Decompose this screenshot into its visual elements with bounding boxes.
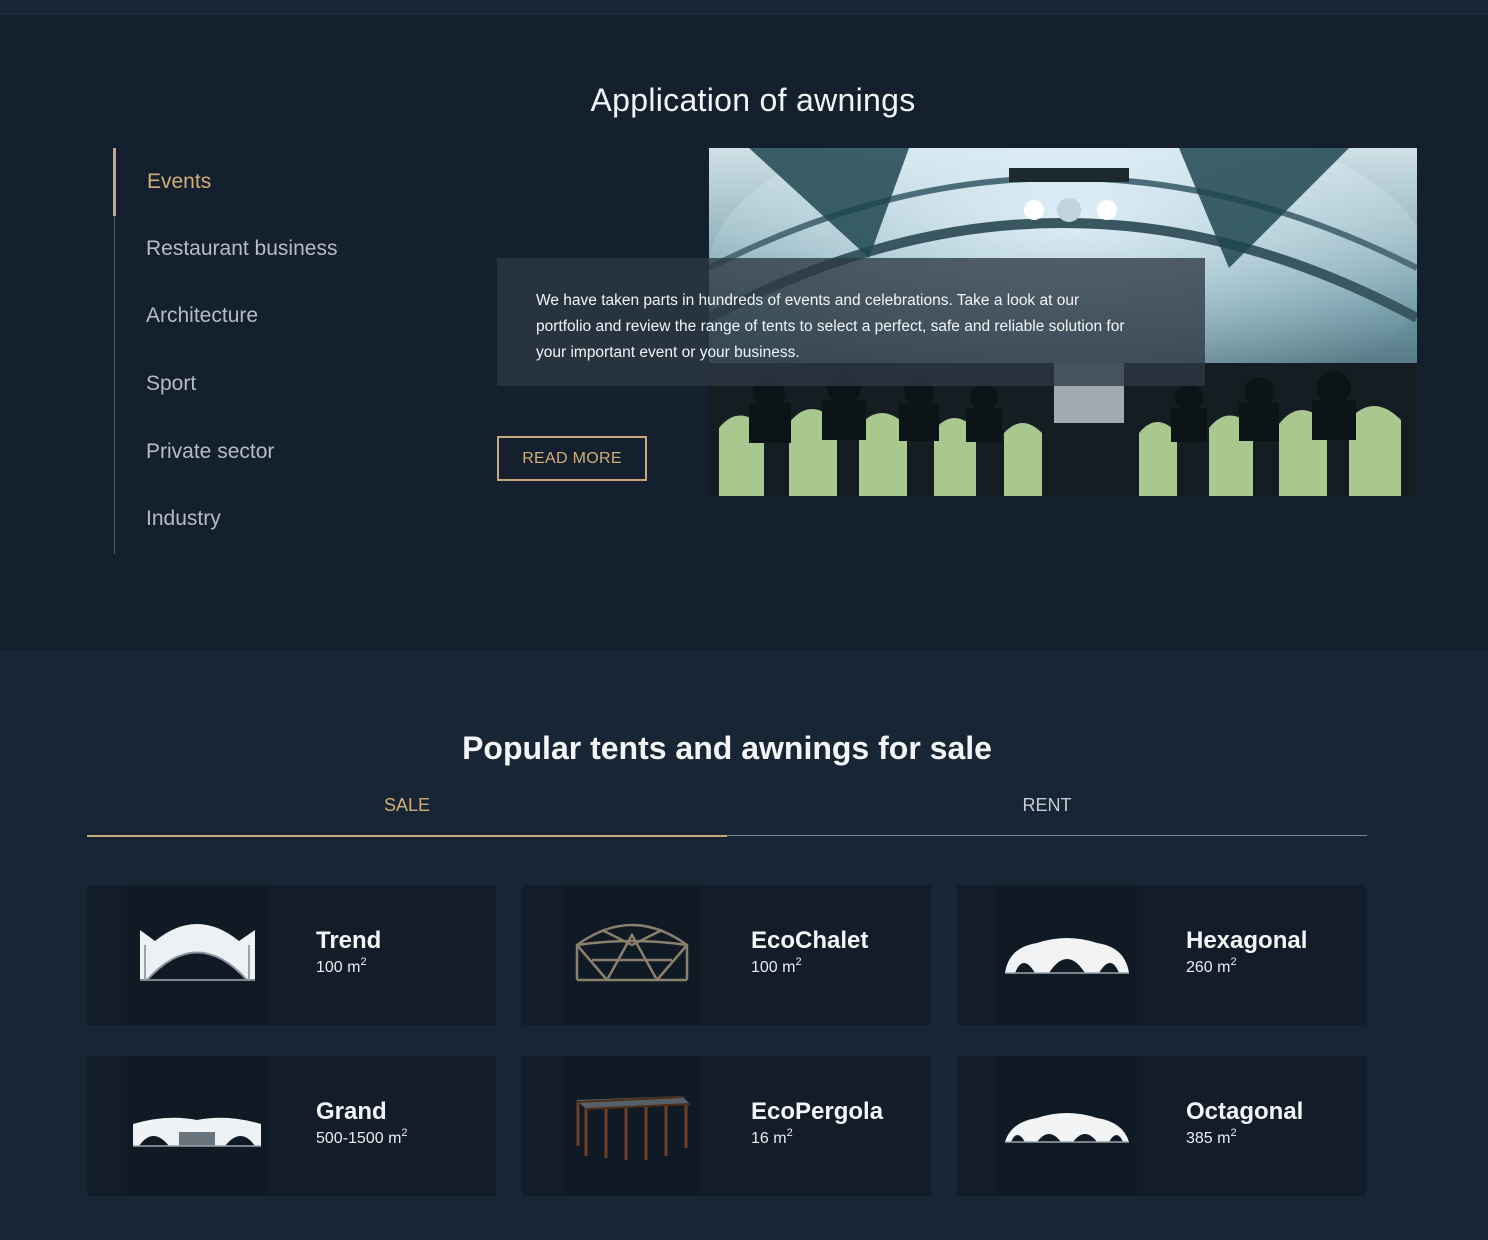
octagonal-tent-icon (1005, 1113, 1129, 1143)
product-name: Trend (316, 927, 382, 954)
nav-item-private-sector[interactable]: Private sector (146, 440, 274, 464)
product-thumbnail (997, 1056, 1137, 1196)
product-area: 16 m2 (751, 1127, 793, 1147)
ecochalet-frame-icon (575, 923, 689, 982)
product-thumbnail (127, 885, 267, 1025)
nav-item-sport[interactable]: Sport (146, 372, 196, 396)
product-name: Octagonal (1186, 1098, 1304, 1125)
product-area: 500-1500 m2 (316, 1127, 408, 1147)
product-area: 385 m2 (1186, 1127, 1237, 1147)
product-card-octagonal[interactable]: Octagonal 385 m2 (957, 1056, 1366, 1196)
nav-item-restaurant-business[interactable]: Restaurant business (146, 237, 337, 261)
nav-item-architecture[interactable]: Architecture (146, 304, 258, 328)
product-card-ecopergola[interactable]: EcoPergola 16 m2 (522, 1056, 931, 1196)
product-thumbnail (562, 1056, 702, 1196)
grand-tent-icon (133, 1117, 261, 1147)
product-name: EcoPergola (751, 1098, 884, 1125)
product-area: 260 m2 (1186, 956, 1237, 976)
popular-title: Popular tents and awnings for sale (462, 730, 992, 766)
trend-tent-icon (140, 924, 255, 981)
product-thumbnail (127, 1056, 267, 1196)
top-divider (0, 0, 1488, 15)
product-thumbnail (997, 885, 1137, 1025)
product-card-grand[interactable]: Grand 500-1500 m2 (87, 1056, 496, 1196)
product-area: 100 m2 (751, 956, 802, 976)
read-more-button[interactable]: READ MORE (497, 436, 647, 481)
product-thumbnail (562, 885, 702, 1025)
ecopergola-icon (576, 1096, 691, 1160)
product-card-trend[interactable]: Trend 100 m2 (87, 885, 496, 1025)
application-title: Application of awnings (590, 82, 916, 118)
product-name: EcoChalet (751, 927, 869, 954)
product-card-hexagonal[interactable]: Hexagonal 260 m2 (957, 885, 1366, 1025)
tab-sale[interactable]: SALE (87, 790, 727, 837)
description-text: We have taken parts in hundreds of event… (536, 292, 1125, 361)
hexagonal-tent-icon (1005, 938, 1129, 974)
product-card-ecochalet[interactable]: EcoChalet 100 m2 (522, 885, 931, 1025)
product-name: Hexagonal (1186, 927, 1308, 954)
product-name: Grand (316, 1098, 387, 1125)
active-indicator (113, 148, 116, 216)
description-box: We have taken parts in hundreds of event… (497, 258, 1205, 386)
sale-rent-tabs: SALE RENT (87, 790, 1367, 837)
tab-rent[interactable]: RENT (727, 790, 1367, 836)
application-nav: Events Restaurant business Architecture … (113, 148, 414, 554)
product-area: 100 m2 (316, 956, 367, 976)
nav-item-events[interactable]: Events (147, 170, 211, 194)
nav-item-industry[interactable]: Industry (146, 507, 221, 531)
